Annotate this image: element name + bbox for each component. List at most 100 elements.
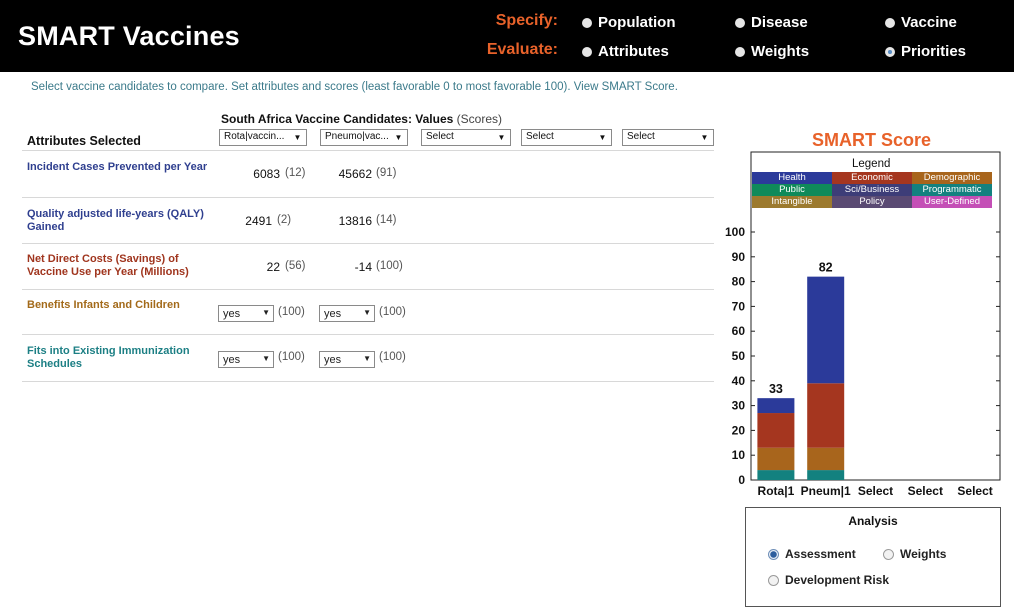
legend-item-policy: Policy bbox=[832, 196, 912, 208]
nav-priorities[interactable]: Priorities bbox=[885, 43, 966, 60]
row5-score-1: (100) bbox=[278, 351, 305, 363]
row5-score-2: (100) bbox=[379, 351, 406, 363]
attr-label-qaly: Quality adjusted life-years (QALY) Gaine… bbox=[27, 208, 204, 233]
table-title: South Africa Vaccine Candidates: Values … bbox=[221, 112, 502, 126]
nav-attributes[interactable]: Attributes bbox=[582, 43, 669, 60]
row3-value-1: 22 bbox=[230, 260, 280, 274]
chevron-down-icon: ▼ bbox=[596, 131, 609, 144]
radio-icon bbox=[735, 17, 745, 28]
nav-population-label: Population bbox=[598, 14, 676, 31]
row1-value-2: 45662 bbox=[320, 167, 372, 181]
evaluate-label: Evaluate: bbox=[486, 41, 558, 58]
bar-total-label: 82 bbox=[819, 261, 833, 275]
candidate-select-4[interactable]: Select ▼ bbox=[521, 129, 612, 146]
y-tick-label: 50 bbox=[732, 349, 746, 363]
row5-select-1-value: yes bbox=[223, 354, 241, 366]
attr-label-net-direct-costs: Net Direct Costs (Savings) of Vaccine Us… bbox=[27, 253, 189, 278]
row-divider bbox=[22, 197, 714, 198]
y-tick-label: 100 bbox=[725, 225, 745, 239]
radio-selected-icon bbox=[768, 548, 779, 560]
radio-icon bbox=[735, 46, 745, 57]
row1-score-2: (91) bbox=[376, 167, 397, 179]
chevron-down-icon: ▼ bbox=[262, 308, 270, 317]
row5-select-1[interactable]: yes ▼ bbox=[218, 351, 274, 368]
bar-segment-economic bbox=[807, 383, 845, 448]
legend-item-demographic: Demographic bbox=[912, 172, 992, 184]
row3-value-2-num: -14 bbox=[354, 260, 372, 274]
row3-score-2: (100) bbox=[376, 260, 403, 272]
nav-population[interactable]: Population bbox=[582, 14, 676, 31]
row4-select-1[interactable]: yes ▼ bbox=[218, 305, 274, 322]
row-divider bbox=[22, 150, 714, 151]
radio-icon bbox=[883, 548, 894, 560]
instructions-text: Select vaccine candidates to compare. Se… bbox=[31, 81, 678, 93]
row2-score-1: (2) bbox=[277, 214, 292, 226]
analysis-option-assessment[interactable]: Assessment bbox=[768, 547, 856, 561]
legend-item-user-defined: User-Defined bbox=[912, 196, 992, 208]
row3-score-1: (56) bbox=[285, 260, 306, 272]
row2-score-2: (14) bbox=[376, 214, 397, 226]
chevron-down-icon: ▼ bbox=[392, 131, 405, 144]
bar-segment-economic bbox=[757, 413, 795, 448]
attr-label-benefits-infants: Benefits Infants and Children bbox=[27, 299, 180, 311]
bar-total-label: 33 bbox=[769, 382, 783, 396]
y-tick-label: 90 bbox=[732, 250, 746, 264]
candidate-select-1-value: Rota|vaccin... bbox=[224, 131, 285, 142]
x-category-label: Select bbox=[858, 484, 893, 498]
table-title-sub: (Scores) bbox=[456, 112, 502, 126]
legend-item-public: Public bbox=[752, 184, 832, 196]
y-tick-label: 80 bbox=[732, 275, 746, 289]
row4-select-1-value: yes bbox=[223, 308, 241, 320]
candidate-select-1[interactable]: Rota|vaccin... ▼ bbox=[219, 129, 307, 146]
y-tick-label: 30 bbox=[732, 399, 746, 413]
radio-icon bbox=[582, 46, 592, 57]
row4-select-2-value: yes bbox=[324, 308, 342, 320]
row-divider bbox=[22, 289, 714, 290]
row3-value-1-num: 22 bbox=[266, 260, 280, 274]
x-category-label: Select bbox=[908, 484, 943, 498]
row1-value-1: 6083 bbox=[230, 167, 280, 181]
chevron-down-icon: ▼ bbox=[363, 354, 371, 363]
legend-item-programmatic: Programmatic bbox=[912, 184, 992, 196]
row5-select-2-value: yes bbox=[324, 354, 342, 366]
radio-icon bbox=[582, 17, 592, 28]
row-divider bbox=[22, 243, 714, 244]
y-tick-label: 0 bbox=[738, 473, 745, 487]
y-tick-label: 40 bbox=[732, 374, 746, 388]
row4-select-2[interactable]: yes ▼ bbox=[319, 305, 375, 322]
analysis-option-development-risk[interactable]: Development Risk bbox=[768, 573, 889, 587]
radio-icon bbox=[885, 17, 895, 28]
app-header: SMART Vaccines Specify: Evaluate: Popula… bbox=[0, 0, 1014, 72]
bar-segment-demographic bbox=[757, 447, 795, 471]
table-title-main: South Africa Vaccine Candidates: Values bbox=[221, 112, 454, 126]
candidate-select-5[interactable]: Select ▼ bbox=[622, 129, 714, 146]
chevron-down-icon: ▼ bbox=[698, 131, 711, 144]
candidate-select-2[interactable]: Pneumo|vac... ▼ bbox=[320, 129, 408, 146]
candidate-select-2-value: Pneumo|vac... bbox=[325, 131, 389, 142]
nav-vaccine[interactable]: Vaccine bbox=[885, 14, 957, 31]
nav-attributes-label: Attributes bbox=[598, 43, 669, 60]
specify-label: Specify: bbox=[495, 12, 558, 29]
chevron-down-icon: ▼ bbox=[363, 308, 371, 317]
bar-segment-health bbox=[807, 276, 845, 384]
y-tick-label: 20 bbox=[732, 423, 746, 437]
nav-vaccine-label: Vaccine bbox=[901, 14, 957, 31]
row1-value-1-num: 6083 bbox=[253, 167, 280, 181]
row2-value-2-num: 13816 bbox=[338, 214, 372, 228]
legend-item-economic: Economic bbox=[832, 172, 912, 184]
row2-value-1-num: 2491 bbox=[245, 214, 272, 228]
y-tick-label: 70 bbox=[732, 299, 746, 313]
row-divider bbox=[22, 381, 714, 382]
analysis-option-weights[interactable]: Weights bbox=[883, 547, 946, 561]
nav-disease[interactable]: Disease bbox=[735, 14, 808, 31]
candidate-select-5-value: Select bbox=[627, 131, 655, 142]
nav-weights-label: Weights bbox=[751, 43, 810, 60]
attr-label-fits-immunization: Fits into Existing Immunization Schedule… bbox=[27, 345, 190, 370]
x-category-label: Rota|1 bbox=[758, 484, 795, 498]
bar-segment-programmatic bbox=[757, 470, 795, 480]
legend-title: Legend bbox=[852, 158, 891, 170]
candidate-select-3[interactable]: Select ▼ bbox=[421, 129, 511, 146]
row5-select-2[interactable]: yes ▼ bbox=[319, 351, 375, 368]
nav-weights[interactable]: Weights bbox=[735, 43, 809, 60]
analysis-option-development-risk-label: Development Risk bbox=[785, 573, 890, 587]
